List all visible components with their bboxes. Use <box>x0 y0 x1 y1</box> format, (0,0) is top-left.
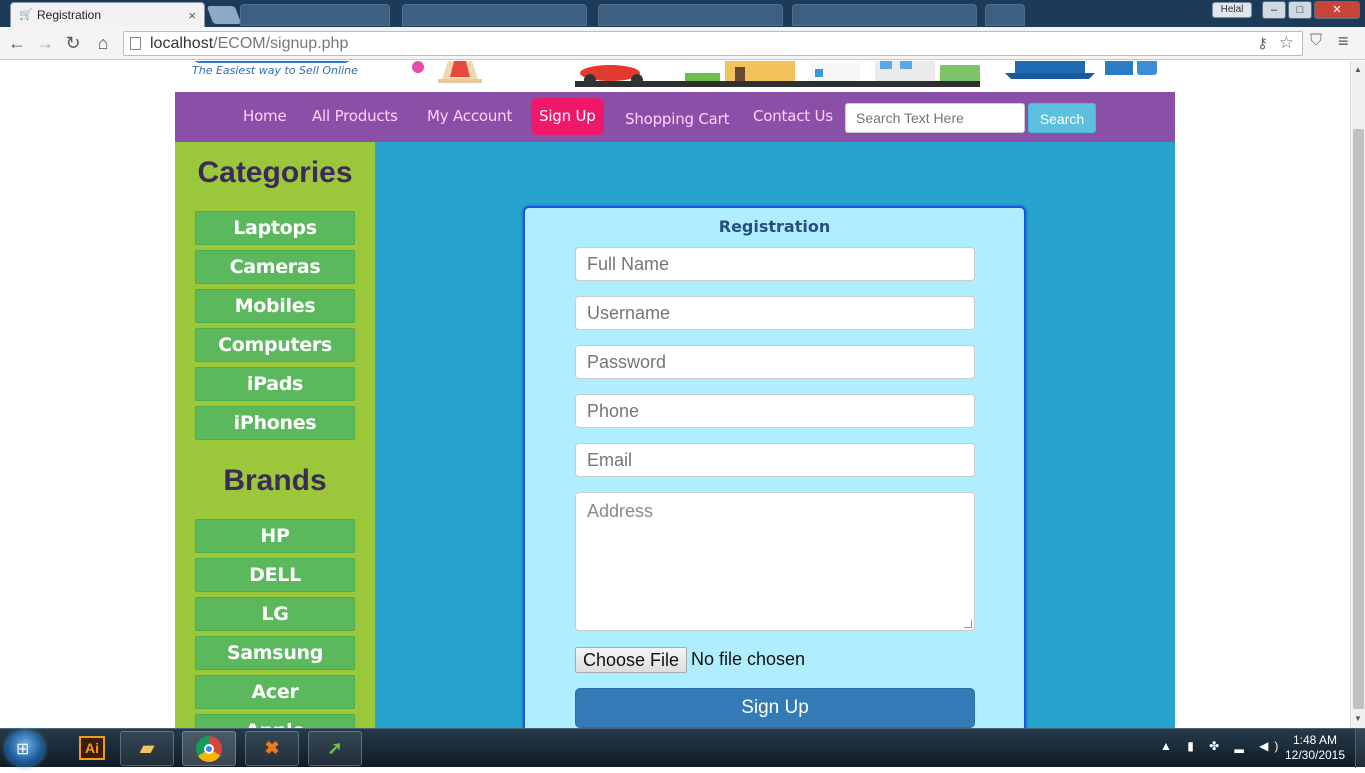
registration-form: Registration Address Choose File No file… <box>523 206 1026 728</box>
clock-time: 1:48 AM <box>1292 733 1338 747</box>
full-name-field[interactable] <box>575 247 975 281</box>
category-mobiles[interactable]: Mobiles <box>195 289 355 323</box>
email-field[interactable] <box>575 443 975 477</box>
site-logo[interactable] <box>192 61 352 63</box>
search-input[interactable] <box>845 103 1025 133</box>
downloader-icon[interactable]: ➚ <box>308 731 362 766</box>
banner-devices-illustration <box>1005 61 1157 79</box>
background-tab[interactable] <box>402 4 587 26</box>
new-tab-button[interactable] <box>206 6 242 24</box>
resize-handle-icon[interactable] <box>964 620 972 628</box>
phone-field[interactable] <box>575 394 975 428</box>
main-navbar: Home All Products My Account Sign Up Sho… <box>175 92 1175 142</box>
nav-contact-us[interactable]: Contact Us <box>753 107 833 125</box>
background-tab[interactable] <box>240 4 390 26</box>
address-field[interactable]: Address <box>575 492 975 631</box>
brand-hp[interactable]: HP <box>195 519 355 553</box>
brand-dell[interactable]: DELL <box>195 558 355 592</box>
address-bar[interactable]: localhost/ECOM/signup.php ⚷ ☆ <box>123 31 1303 56</box>
maximize-button[interactable]: □ <box>1288 1 1312 19</box>
clock-date: 12/30/2015 <box>1284 748 1346 762</box>
chrome-icon[interactable] <box>182 731 236 766</box>
taskbar-clock[interactable]: 1:48 AM 12/30/2015 <box>1280 733 1350 763</box>
choose-file-button[interactable]: Choose File <box>575 647 687 673</box>
browser-tab-registration[interactable]: 🛒 Registration × <box>10 2 205 27</box>
site-tagline: The Easiest way to Sell Online <box>192 64 358 77</box>
start-button[interactable]: ⊞ <box>6 731 44 766</box>
minimize-button[interactable]: – <box>1262 1 1286 19</box>
background-tab[interactable] <box>598 4 783 26</box>
page-viewport: The Easiest way to Sell Online Home All … <box>0 61 1350 728</box>
file-status-text: No file chosen <box>691 649 806 669</box>
menu-icon[interactable]: ≡ <box>1338 31 1349 52</box>
background-tab[interactable] <box>792 4 977 26</box>
registration-title: Registration <box>718 217 831 236</box>
tab-close-icon[interactable]: × <box>188 8 196 23</box>
address-placeholder: Address <box>587 501 654 521</box>
file-explorer-icon[interactable]: ▰ <box>120 731 174 766</box>
scrollbar-thumb[interactable] <box>1353 129 1364 709</box>
brand-acer[interactable]: Acer <box>195 675 355 709</box>
brand-apple[interactable]: Apple <box>195 714 355 728</box>
category-cameras[interactable]: Cameras <box>195 250 355 284</box>
browser-toolbar: ← → ↻ ⌂ localhost/ECOM/signup.php ⚷ ☆ ⛉ … <box>0 27 1365 60</box>
nav-home[interactable]: Home <box>243 107 287 125</box>
cart-icon: 🛒 <box>19 9 33 21</box>
category-computers[interactable]: Computers <box>195 328 355 362</box>
nav-shopping-cart[interactable]: Shopping Cart <box>625 110 730 128</box>
taskbar: ⊞ Ai ▰ ✖ ➚ ▲ ▮ ✤ ▂ ◀) 1:48 AM 12/30/2015 <box>0 728 1365 768</box>
sidebar: Categories Laptops Cameras Mobiles Compu… <box>175 142 375 728</box>
scroll-down-icon[interactable]: ▼ <box>1354 714 1362 723</box>
xampp-icon[interactable]: ✖ <box>245 731 299 766</box>
key-icon[interactable]: ⚷ <box>1257 34 1268 52</box>
brands-heading: Brands <box>223 464 327 497</box>
show-desktop-button[interactable] <box>1355 729 1365 768</box>
category-laptops[interactable]: Laptops <box>195 211 355 245</box>
nav-sign-up[interactable]: Sign Up <box>531 98 604 135</box>
brand-lg[interactable]: LG <box>195 597 355 631</box>
password-field[interactable] <box>575 345 975 379</box>
categories-heading: Categories <box>197 156 353 189</box>
illustrator-icon[interactable]: Ai <box>65 731 119 766</box>
username-field[interactable] <box>575 296 975 330</box>
page-icon <box>130 37 141 50</box>
bookmark-star-icon[interactable]: ☆ <box>1279 33 1294 53</box>
nav-all-products[interactable]: All Products <box>312 107 398 125</box>
main-content: Registration Address Choose File No file… <box>375 142 1175 728</box>
windows-logo-icon: ⊞ <box>16 741 30 758</box>
home-icon[interactable]: ⌂ <box>92 32 114 54</box>
scroll-up-icon[interactable]: ▲ <box>1354 65 1362 74</box>
category-ipads[interactable]: iPads <box>195 367 355 401</box>
browser-tabstrip: 🛒 Registration × Helal – □ ✕ <box>0 0 1365 27</box>
system-tray-icons[interactable]: ▲ ▮ ✤ ▂ ◀) <box>1160 739 1284 753</box>
nav-my-account[interactable]: My Account <box>427 107 512 125</box>
forward-icon[interactable]: → <box>34 32 56 54</box>
background-tab[interactable] <box>985 4 1025 26</box>
reload-icon[interactable]: ↻ <box>62 32 84 54</box>
url-text: localhost/ECOM/signup.php <box>150 35 349 52</box>
banner-street-illustration <box>575 61 980 87</box>
sign-up-button[interactable]: Sign Up <box>575 688 975 728</box>
category-iphones[interactable]: iPhones <box>195 406 355 440</box>
back-icon[interactable]: ← <box>6 32 28 54</box>
tab-title: Registration <box>37 8 102 22</box>
close-window-button[interactable]: ✕ <box>1314 1 1360 19</box>
extension-shield-icon[interactable]: ⛉ <box>1310 32 1322 50</box>
brand-samsung[interactable]: Samsung <box>195 636 355 670</box>
profile-badge[interactable]: Helal <box>1212 2 1252 18</box>
search-button[interactable]: Search <box>1028 103 1096 133</box>
banner-shop-illustration <box>412 61 482 83</box>
page-scrollbar[interactable]: ▲ ▼ <box>1350 61 1365 728</box>
